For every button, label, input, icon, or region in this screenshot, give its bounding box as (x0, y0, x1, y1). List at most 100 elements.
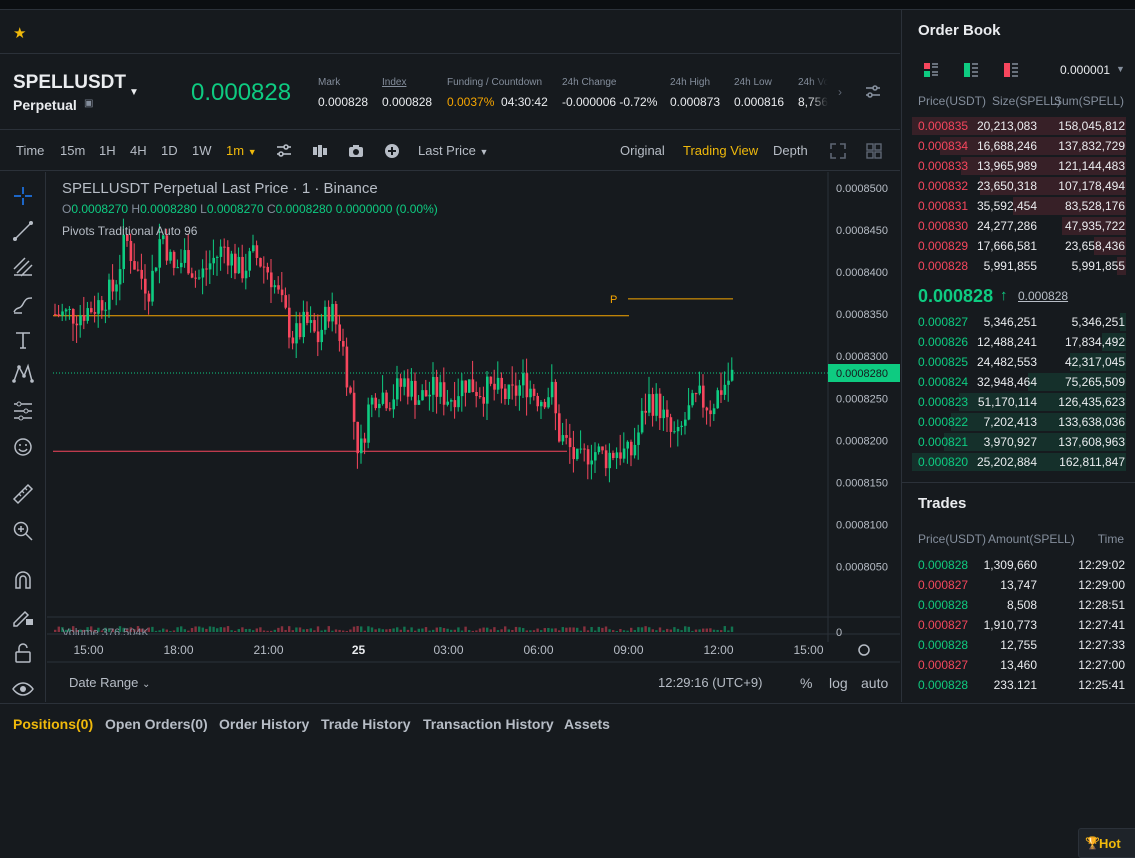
view-depth[interactable]: Depth (773, 143, 808, 158)
candle-body (86, 308, 89, 321)
volume-bar (194, 626, 197, 632)
bid-row[interactable]: 0.000820 25,202,884 162,811,847 (902, 452, 1135, 472)
bid-row[interactable]: 0.000822 7,202,413 133,638,036 (902, 412, 1135, 432)
pivot-label: P (610, 294, 617, 306)
bid-row[interactable]: 0.000825 24,482,553 42,317,045 (902, 352, 1135, 372)
ask-row[interactable]: 0.000835 20,213,083 158,045,812 (902, 116, 1135, 136)
tab-positions[interactable]: Positions(0) (13, 716, 93, 732)
precision-select[interactable]: 0.000001 (1060, 63, 1110, 77)
star-icon[interactable]: ★ (13, 24, 26, 42)
lock-icon[interactable] (11, 641, 35, 665)
stat-label: 24h Vo (798, 77, 828, 88)
candle-body (550, 381, 554, 398)
pivots-indicator-label[interactable]: Pivots Traditional Auto 96 (62, 224, 197, 238)
stat-funding: Funding / Countdown 0.0037% 04:30:42 (447, 77, 548, 109)
symbol-name[interactable]: SPELLUSDT (13, 72, 126, 94)
chevron-right-icon[interactable]: › (838, 85, 842, 99)
gear-icon[interactable] (858, 644, 870, 656)
row-sum: 23,658,436 (1064, 239, 1125, 253)
volume-bar (313, 630, 316, 632)
bid-row[interactable]: 0.000823 51,170,114 126,435,623 (902, 392, 1135, 412)
tab-trade-history[interactable]: Trade History (321, 716, 410, 732)
tab-assets[interactable]: Assets (564, 716, 610, 732)
bid-row[interactable]: 0.000827 5,346,251 5,346,251 (902, 312, 1135, 332)
mark-price[interactable]: 0.000828 (1018, 289, 1068, 303)
bid-row[interactable]: 0.000821 3,970,927 137,608,963 (902, 432, 1135, 452)
scale-log-toggle[interactable]: log (829, 675, 848, 691)
candle-body (255, 245, 259, 258)
view-original[interactable]: Original (620, 143, 665, 158)
emoji-icon[interactable] (11, 435, 35, 459)
volume-bar (324, 629, 327, 632)
candle-body (676, 426, 680, 432)
text-icon[interactable] (11, 328, 35, 352)
trade-row: 0.000827 13,460 12:27:00 (902, 655, 1135, 675)
scale-percent-toggle[interactable]: % (800, 675, 812, 691)
scale-auto-toggle[interactable]: auto (861, 675, 888, 691)
candle-body (324, 306, 327, 330)
stat-index[interactable]: Index 0.000828 (382, 77, 432, 109)
candle-body (345, 346, 349, 388)
tab-time[interactable]: Time (16, 143, 44, 158)
add-indicator-icon[interactable] (383, 142, 401, 160)
tab-1h[interactable]: 1H (99, 143, 116, 158)
ruler-icon[interactable] (11, 482, 35, 506)
date-range-button[interactable]: Date Range ⌄ (69, 675, 150, 690)
book-asks-icon[interactable] (1003, 62, 1019, 78)
brush-icon[interactable] (11, 292, 35, 316)
candles-icon[interactable] (311, 142, 329, 160)
ask-row[interactable]: 0.000832 23,650,318 107,178,494 (902, 176, 1135, 196)
bid-row[interactable]: 0.000826 12,488,241 17,834,492 (902, 332, 1135, 352)
crosshair-icon[interactable] (11, 184, 35, 208)
ask-row[interactable]: 0.000833 13,965,989 121,144,483 (902, 156, 1135, 176)
ask-row[interactable]: 0.000831 35,592,454 83,528,176 (902, 196, 1135, 216)
settings-sliders-icon[interactable] (275, 142, 293, 160)
fib-icon[interactable] (11, 255, 35, 279)
fullscreen-icon[interactable] (829, 142, 847, 160)
price-chart[interactable]: 0.0008500 0.0008450 0.0008400 0.0008350 0.00… (47, 172, 900, 702)
price-type-select[interactable]: Last Price ▼ (418, 143, 488, 158)
hot-button[interactable]: 🏆 Hot (1078, 828, 1135, 858)
ask-row[interactable]: 0.000828 5,991,855 5,991,855 (902, 256, 1135, 276)
view-trading-view[interactable]: Trading View (683, 143, 758, 158)
bid-row[interactable]: 0.000824 32,948,464 75,265,509 (902, 372, 1135, 392)
settings-sliders-icon[interactable] (864, 83, 882, 101)
caret-down-icon[interactable]: ▼ (129, 87, 139, 98)
grid-layout-icon[interactable] (865, 142, 883, 160)
candle-body (309, 320, 313, 323)
tab-1m[interactable]: 1m ▼ (226, 143, 257, 158)
row-sum: 137,608,963 (1058, 435, 1125, 449)
tab-order-history[interactable]: Order History (219, 716, 309, 732)
pattern-icon[interactable] (11, 362, 35, 386)
book-bids-icon[interactable] (963, 62, 979, 78)
volume-indicator-label[interactable]: Volume 376.504K (62, 627, 149, 635)
tab-open-orders[interactable]: Open Orders(0) (105, 716, 208, 732)
pencil-lock-icon[interactable] (11, 604, 35, 628)
candle-body (680, 425, 683, 427)
zoom-icon[interactable] (11, 519, 35, 543)
ask-row[interactable]: 0.000829 17,666,581 23,658,436 (902, 236, 1135, 256)
trend-line-icon[interactable] (11, 219, 35, 243)
magnet-icon[interactable] (11, 568, 35, 592)
chart-canvas[interactable]: 0.0008500 0.0008450 0.0008400 0.0008350 0.00… (47, 172, 900, 702)
tab-transaction-history[interactable]: Transaction History (423, 716, 554, 732)
tab-4h[interactable]: 4H (130, 143, 147, 158)
chart-clock: 12:29:16 (UTC+9) (658, 675, 763, 690)
tab-15m[interactable]: 15m (60, 143, 85, 158)
book-both-icon[interactable] (923, 62, 939, 78)
tab-1d[interactable]: 1D (161, 143, 178, 158)
volume-bar (666, 628, 669, 632)
measure-icon[interactable] (11, 399, 35, 423)
contract-info-icon[interactable]: ▣ (84, 98, 93, 109)
candle-body (226, 247, 230, 266)
eye-icon[interactable] (11, 677, 35, 701)
candle-body (453, 400, 457, 408)
row-sum: 121,144,483 (1058, 159, 1125, 173)
ask-row[interactable]: 0.000834 16,688,246 137,832,729 (902, 136, 1135, 156)
candle-body (612, 452, 615, 459)
row-sum: 83,528,176 (1064, 199, 1125, 213)
caret-down-icon[interactable]: ▼ (1116, 64, 1125, 74)
ask-row[interactable]: 0.000830 24,277,286 47,935,722 (902, 216, 1135, 236)
tab-1w[interactable]: 1W (192, 143, 212, 158)
camera-icon[interactable] (347, 142, 365, 160)
